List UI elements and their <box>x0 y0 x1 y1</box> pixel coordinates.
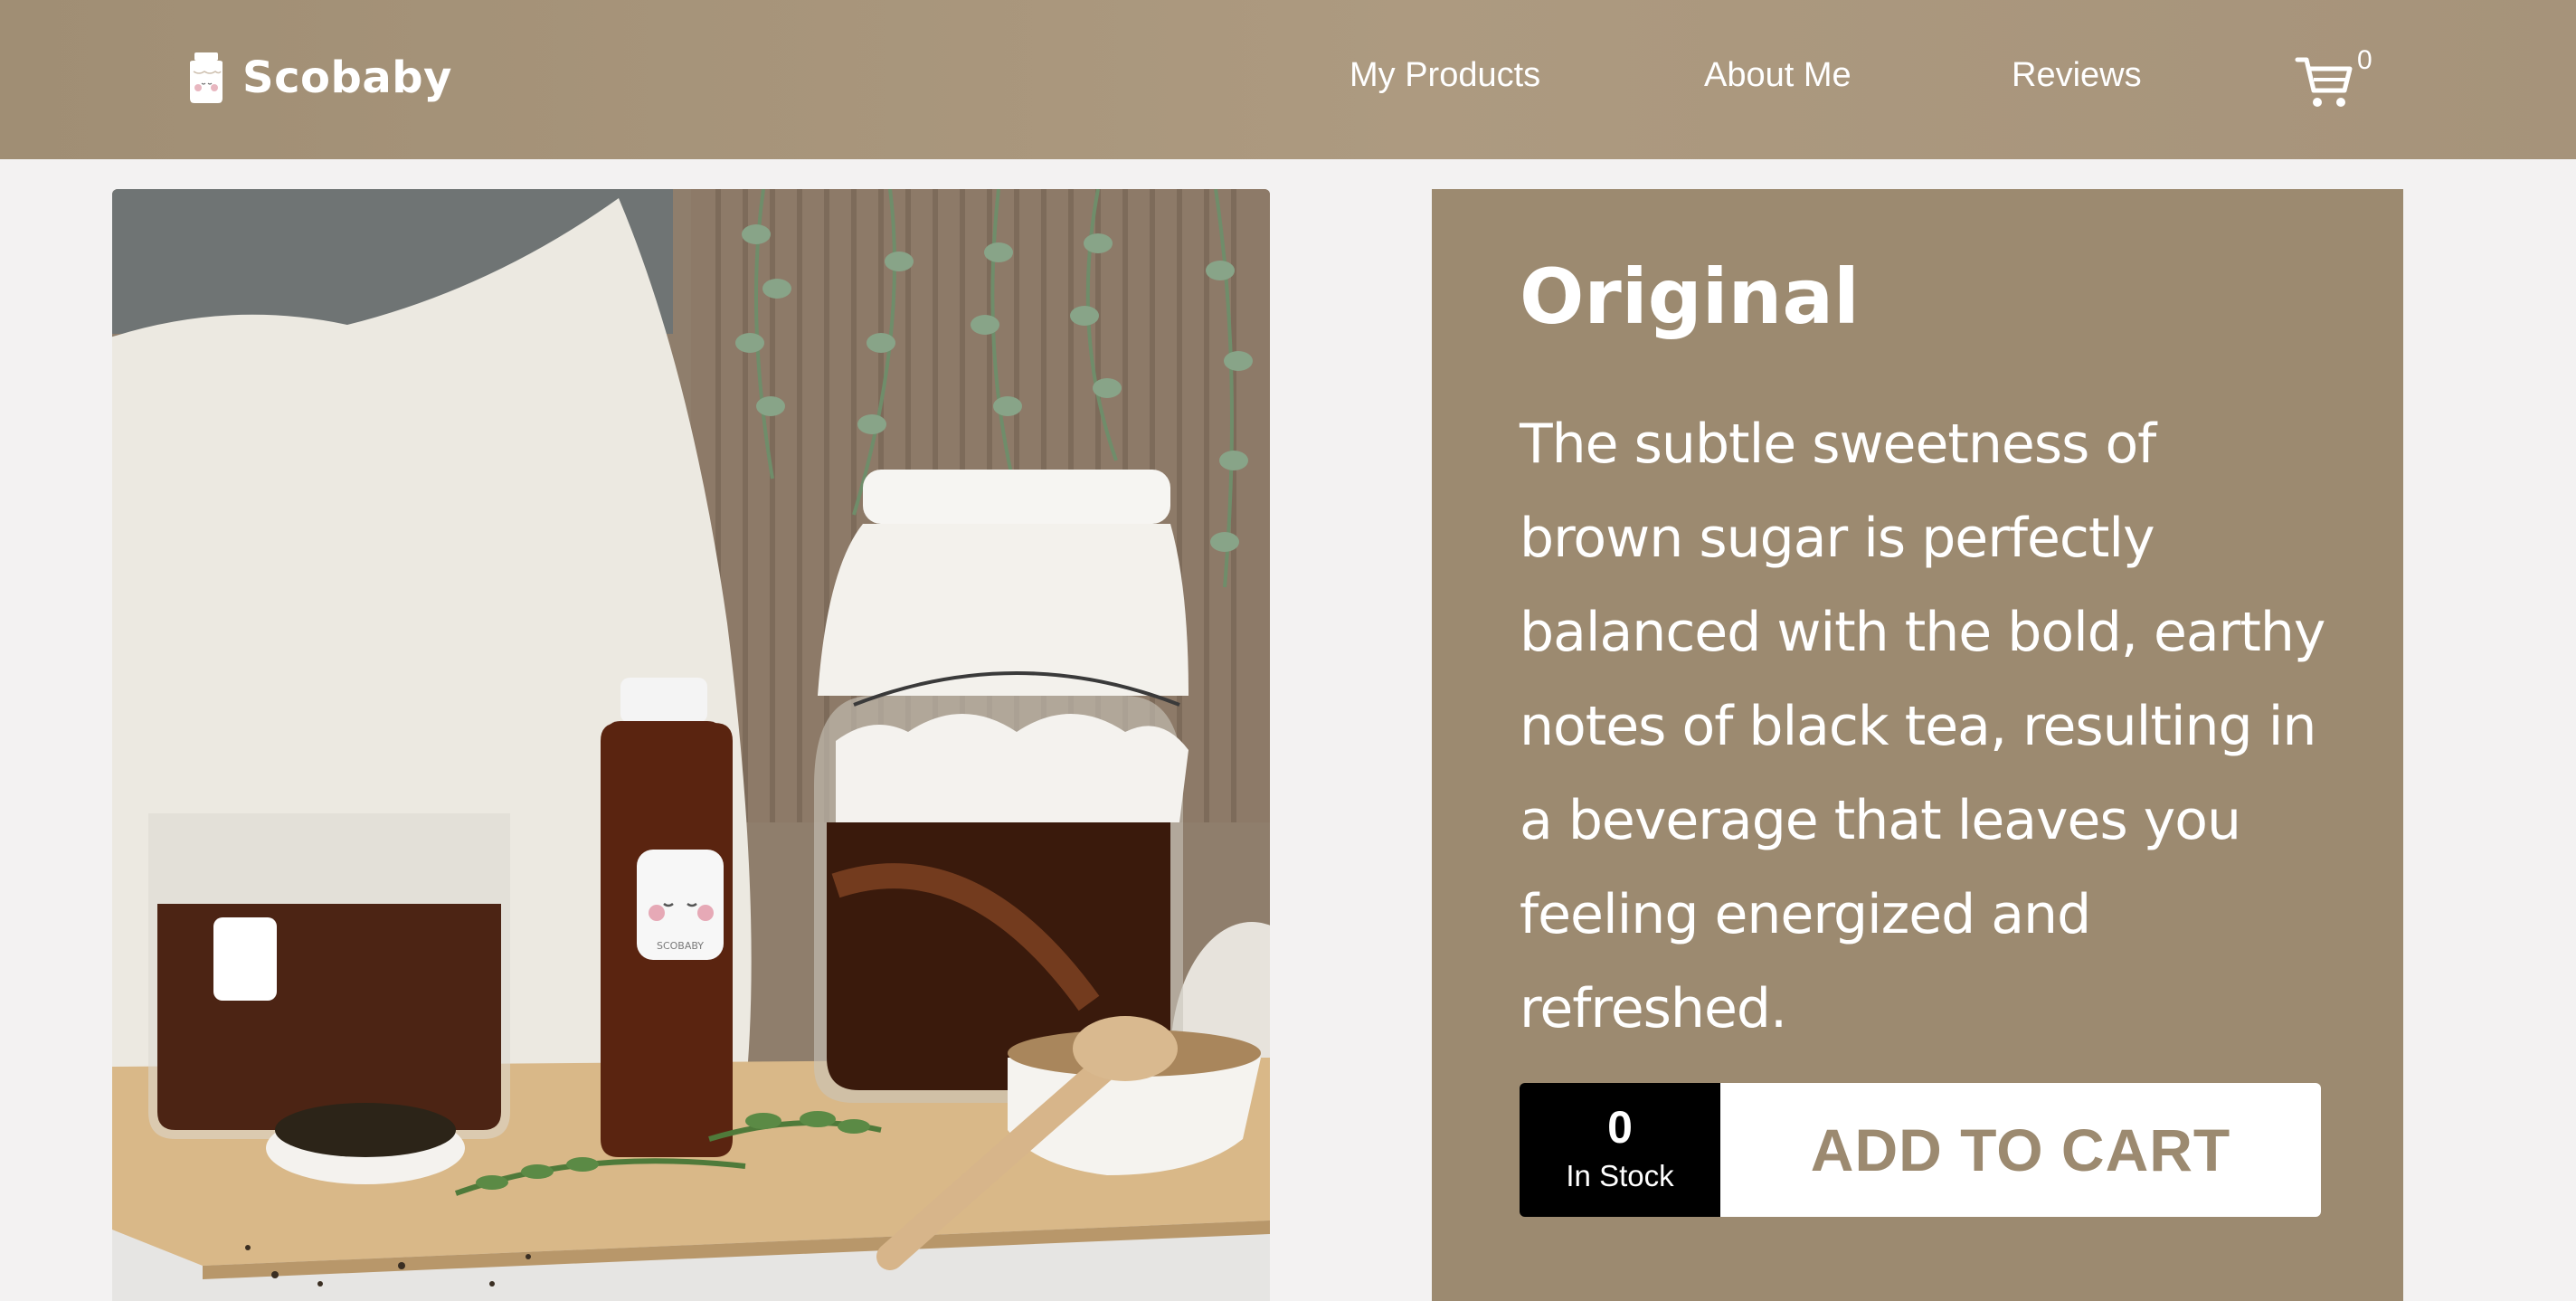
product-title: Original <box>1520 252 1860 341</box>
brand-name: Scobaby <box>242 52 452 103</box>
nav-link-about-me[interactable]: About Me <box>1704 56 1852 95</box>
jar-logo-icon <box>190 52 223 103</box>
shopping-cart-icon[interactable] <box>2294 51 2357 114</box>
product-info-panel: Original The subtle sweetness of brown s… <box>1432 189 2403 1301</box>
nav-link-my-products[interactable]: My Products <box>1350 56 1540 95</box>
nav-link-reviews[interactable]: Reviews <box>2012 56 2142 95</box>
brand-logo-link[interactable]: Scobaby <box>186 51 452 105</box>
product-description: The subtle sweetness of brown sugar is p… <box>1520 413 2325 1040</box>
stock-count: 0 <box>1607 1102 1633 1153</box>
stock-label: In Stock <box>1566 1159 1674 1192</box>
top-navbar: Scobaby My Products About Me Reviews 0 <box>0 0 2576 159</box>
stock-indicator: 0 In Stock <box>1520 1083 1720 1217</box>
add-to-cart-button[interactable]: ADD TO CART <box>1720 1083 2321 1217</box>
product-image: SCOBABY <box>112 189 1270 1301</box>
cart-count-badge: 0 <box>2357 45 2372 75</box>
bottle-label-text: SCOBABY <box>657 940 704 952</box>
